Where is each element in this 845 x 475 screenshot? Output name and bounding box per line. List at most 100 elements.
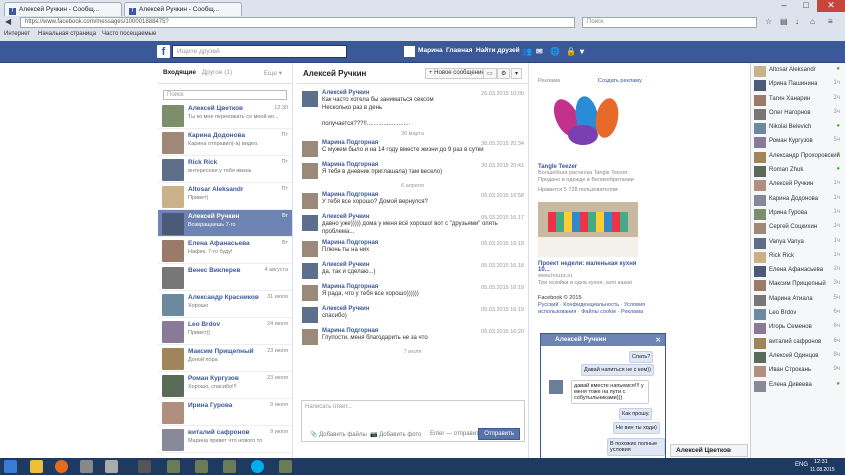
start-icon[interactable] xyxy=(4,460,17,473)
conversation-item[interactable]: Алексей Цветков Ты ко мне переезжать со … xyxy=(158,102,292,129)
menu-icon[interactable]: ≡ xyxy=(828,17,833,26)
star-icon[interactable]: ☆ xyxy=(765,17,772,26)
skype-icon[interactable] xyxy=(251,460,264,473)
more-dropdown[interactable]: Еще ▾ xyxy=(264,69,282,77)
bookmarks-icon[interactable]: ▤ xyxy=(780,17,788,26)
sidebar-contact[interactable]: Rick Rick 1ч xyxy=(751,250,845,264)
sidebar-contact[interactable]: Алексей Ручкин 1ч xyxy=(751,178,845,192)
sidebar-contact[interactable]: Игорь Семенов 6ч xyxy=(751,321,845,335)
sidebar-contact[interactable]: Алексей Одинцов 8ч xyxy=(751,350,845,364)
sidebar-contact[interactable]: виталий сафронов 6ч xyxy=(751,336,845,350)
messages-icon[interactable]: ✉ xyxy=(536,47,543,56)
home-icon[interactable]: ⌂ xyxy=(810,17,815,26)
facebook-search-input[interactable]: Ищите друзей xyxy=(172,45,347,58)
chat-tab-second[interactable]: Алексей Цветков xyxy=(670,444,748,457)
conversation-item[interactable]: Роман Кургузов Хорошо, спасибо!!! 23 июл… xyxy=(158,372,292,399)
conversation-item[interactable]: Венес Виклерев 4 августа xyxy=(158,264,292,291)
browser-tab-1[interactable]: f Алексей Ручкин - Сообщ... xyxy=(4,2,122,16)
conversation-item[interactable]: Алексей Ручкин Возвращаешь 7-го Вт xyxy=(158,210,292,237)
conversation-item[interactable]: Ирина Гурова 9 июля xyxy=(158,399,292,426)
explorer-icon[interactable] xyxy=(30,460,43,473)
sidebar-contact[interactable]: Олег Нагорнов 3ч xyxy=(751,107,845,121)
sidebar-contact[interactable]: Nikolai Belevich ● xyxy=(751,121,845,135)
sidebar-contact[interactable]: Елена Афанасьева 2ч xyxy=(751,264,845,278)
conversation-item[interactable]: Максим Прищепный Доной пора 23 июля xyxy=(158,345,292,372)
sidebar-contact[interactable]: Карина Додонова 1ч xyxy=(751,193,845,207)
conversation-item[interactable]: виталий сафронов Марина привет что новог… xyxy=(158,426,292,453)
sidebar-contact[interactable]: Иван Строкань 9ч xyxy=(751,364,845,378)
friend-requests-icon[interactable]: 👥 xyxy=(522,47,532,56)
chat-header[interactable]: Алексей Ручкин ✕ xyxy=(541,334,665,346)
download-icon[interactable]: ↓ xyxy=(795,17,799,26)
minimize-icon[interactable]: – xyxy=(773,0,795,12)
bookmark-start-page[interactable]: Начальная страница xyxy=(38,31,96,37)
address-bar[interactable]: https://www.facebook.com/messages/100001… xyxy=(20,17,575,28)
ad2-title[interactable]: Проект недели: маленькая кухня 10... xyxy=(538,261,648,273)
tab-inbox[interactable]: Входящие xyxy=(163,69,196,76)
ad-image-kitchen[interactable] xyxy=(538,202,638,257)
sidebar-contact[interactable]: Марина Атиала 5ч xyxy=(751,293,845,307)
app-icon[interactable] xyxy=(167,460,180,473)
profile-avatar[interactable] xyxy=(404,46,415,57)
conversation-item[interactable]: Rick Rick интересная у тебя жизнь Пт xyxy=(158,156,292,183)
add-files-button[interactable]: 📎 Добавить файлы xyxy=(310,431,367,438)
sidebar-contact[interactable]: Ирина Гурова 1ч xyxy=(751,207,845,221)
sidebar-contact[interactable]: Vanya Vanya 1ч xyxy=(751,236,845,250)
sidebar-contact[interactable]: Ирина Пашинина 1ч xyxy=(751,78,845,92)
app-icon[interactable] xyxy=(279,460,292,473)
conversation-search-input[interactable]: Поиск xyxy=(163,90,287,100)
app-icon[interactable] xyxy=(223,460,236,473)
video-call-icon[interactable]: ▭ xyxy=(483,68,497,79)
clock-date[interactable]: 11.08.2015 xyxy=(810,467,835,473)
ad-image-brushes[interactable] xyxy=(538,90,638,160)
new-message-button[interactable]: + Новое сообщение xyxy=(425,68,489,79)
firefox-icon[interactable] xyxy=(55,460,68,473)
conversation-item[interactable]: Altosar Aleksandr Привет) Пт xyxy=(158,183,292,210)
conversation-item[interactable]: Карина Додонова Карина отправил(-а) виде… xyxy=(158,129,292,156)
sidebar-contact[interactable]: Александр Прохоровский ● xyxy=(751,150,845,164)
bookmark-internet[interactable]: Интернет xyxy=(4,31,30,37)
create-ad-link[interactable]: Создать рекламу xyxy=(598,78,642,84)
settings-gear-icon[interactable]: ⚙ xyxy=(497,68,511,79)
sidebar-contact[interactable]: Тагин Ханарин 2ч xyxy=(751,93,845,107)
sidebar-contact[interactable]: Елена Дивеева ● xyxy=(751,379,845,393)
conversation-item[interactable]: Елена Афанасьева Нафик. 7-го буду! Вт xyxy=(158,237,292,264)
sidebar-contact[interactable]: Максим Прищепный 3ч xyxy=(751,278,845,292)
privacy-icon[interactable]: 🔒 xyxy=(566,47,576,56)
maximize-icon[interactable]: □ xyxy=(795,0,817,12)
reply-box[interactable]: Написать ответ... 📎 Добавить файлы 📷 Доб… xyxy=(301,400,525,442)
conversation-item[interactable]: Leo Brdov Привет)) 24 июля xyxy=(158,318,292,345)
app-icon[interactable] xyxy=(195,460,208,473)
sidebar-contact[interactable]: Leo Brdov 6ч xyxy=(751,307,845,321)
enter-to-send-toggle[interactable]: Enter — отправить xyxy=(430,431,482,437)
nav-home[interactable]: Главная xyxy=(446,47,472,54)
browser-tab-2[interactable]: f Алексей Ручкин - Сообщ... xyxy=(124,2,242,16)
language-indicator[interactable]: ENG xyxy=(795,462,808,468)
bookmark-most-visited[interactable]: Часто посещаемые xyxy=(102,31,156,37)
tab-other[interactable]: Другое (1) xyxy=(202,69,232,76)
notifications-icon[interactable]: 🌐 xyxy=(550,47,560,56)
clock-time[interactable]: 12:31 xyxy=(814,459,828,465)
sidebar-contact[interactable]: Роман Кургузов 5ч xyxy=(751,135,845,149)
nav-profile[interactable]: Марина xyxy=(418,47,443,54)
nav-find-friends[interactable]: Найти друзей xyxy=(476,47,520,54)
app-icon[interactable] xyxy=(80,460,93,473)
reply-input[interactable]: Написать ответ... xyxy=(305,404,352,410)
send-button[interactable]: Отправить xyxy=(478,428,520,440)
app-icon[interactable] xyxy=(138,460,151,473)
app-icon[interactable] xyxy=(105,460,118,473)
sidebar-contact[interactable]: Altosar Aleksandr ● xyxy=(751,64,845,78)
sidebar-contact[interactable]: Сергей Соцкихин 1ч xyxy=(751,221,845,235)
sidebar-contact[interactable]: Roman Zhuk ● xyxy=(751,164,845,178)
add-photo-button[interactable]: 📷 Добавить фото xyxy=(370,431,422,438)
facebook-topbar: f Ищите друзей Марина Главная Найти друз… xyxy=(0,41,845,63)
chat-close-icon[interactable]: ✕ xyxy=(656,336,661,344)
settings-arrow-icon[interactable]: ▾ xyxy=(580,47,584,56)
back-icon[interactable]: ◀ xyxy=(5,17,11,26)
actions-icon[interactable]: ▾ xyxy=(511,68,523,79)
close-icon[interactable]: ✕ xyxy=(817,0,845,12)
conversation-item[interactable]: Александр Красников Хорошо 31 июля xyxy=(158,291,292,318)
facebook-logo-icon[interactable]: f xyxy=(157,45,170,58)
footer-links[interactable]: Русский · Конфиденциальность · Условия и… xyxy=(538,302,648,316)
browser-search-input[interactable]: Поиск xyxy=(582,17,757,28)
